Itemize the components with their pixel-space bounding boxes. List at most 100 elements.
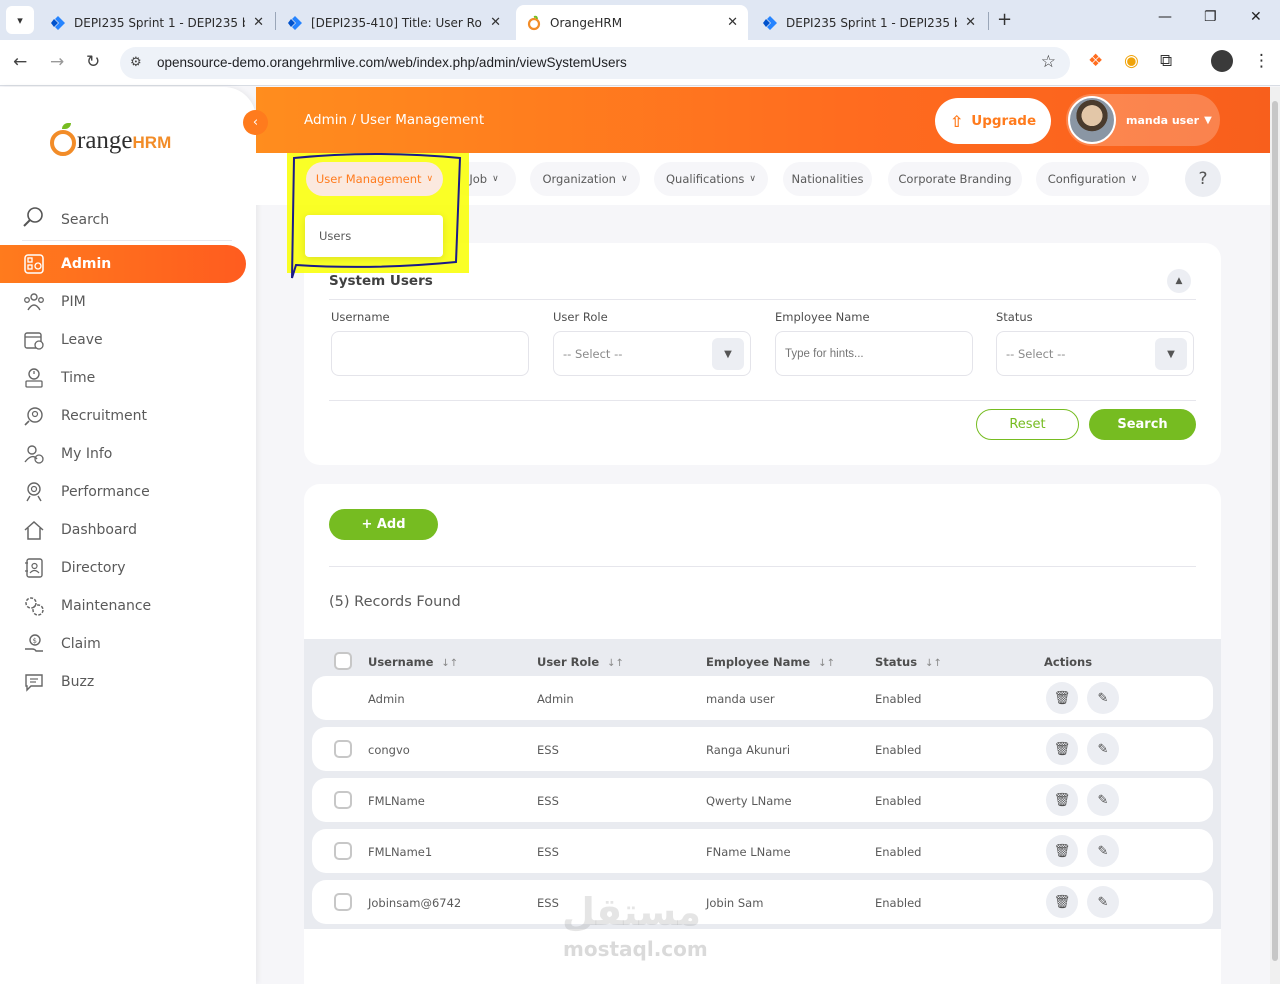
delete-button[interactable]: 🗑: [1046, 784, 1078, 816]
browser-tab-3[interactable]: OrangeHRM ✕: [516, 5, 748, 40]
minimize-icon[interactable]: —: [1158, 9, 1172, 25]
pim-icon: [22, 290, 46, 314]
delete-button[interactable]: 🗑: [1046, 682, 1078, 714]
browser-tab-2[interactable]: [DEPI235-410] Title: User Roles ✕: [277, 5, 511, 40]
close-icon[interactable]: ✕: [253, 15, 264, 30]
table-row[interactable]: FMLName ESS Qwerty LName Enabled 🗑 ✎: [312, 778, 1213, 822]
caret-up-icon: ▲: [1175, 276, 1183, 286]
forward-icon[interactable]: →: [50, 52, 64, 72]
select-all-checkbox[interactable]: [334, 652, 352, 670]
profile-avatar-icon[interactable]: [1211, 50, 1233, 72]
table-row[interactable]: FMLName1 ESS FName LName Enabled 🗑 ✎: [312, 829, 1213, 873]
tab-corporate-branding[interactable]: Corporate Branding: [888, 162, 1022, 196]
column-header-username[interactable]: Username ↓↑: [368, 655, 458, 669]
tab-search-button[interactable]: ▾: [6, 6, 34, 34]
collapse-filter-button[interactable]: ▲: [1167, 269, 1191, 293]
pencil-icon: ✎: [1097, 894, 1109, 910]
edit-button[interactable]: ✎: [1087, 886, 1119, 918]
sort-icon[interactable]: ↓↑: [818, 658, 835, 669]
extension-icon[interactable]: ◉: [1124, 51, 1139, 71]
performance-icon: [22, 480, 46, 504]
caret-down-icon: ▼: [1155, 338, 1187, 370]
scrollbar-thumb[interactable]: [1272, 101, 1278, 961]
row-checkbox[interactable]: [334, 740, 352, 758]
sidebar-item-my-info[interactable]: My Info: [0, 435, 256, 473]
delete-button[interactable]: 🗑: [1046, 835, 1078, 867]
column-header-status[interactable]: Status ↓↑: [875, 655, 942, 669]
time-icon: [22, 366, 46, 390]
sidebar-item-pim[interactable]: PIM: [0, 283, 256, 321]
username-input[interactable]: [331, 331, 529, 376]
sidebar-item-dashboard[interactable]: Dashboard: [0, 511, 256, 549]
sidebar-item-buzz[interactable]: Buzz: [0, 663, 256, 701]
browser-tab-4[interactable]: DEPI235 Sprint 1 - DEPI235 boa ✕: [752, 5, 986, 40]
site-settings-icon[interactable]: ⚙: [130, 55, 142, 70]
tab-nationalities[interactable]: Nationalities: [783, 162, 872, 196]
reset-button[interactable]: Reset: [976, 409, 1079, 440]
new-tab-icon[interactable]: +: [997, 9, 1012, 30]
address-bar[interactable]: ⚙ opensource-demo.orangehrmlive.com/web/…: [120, 47, 1070, 79]
row-checkbox[interactable]: [334, 893, 352, 911]
page-scrollbar[interactable]: [1270, 87, 1280, 984]
cell-employee-name: FName LName: [706, 845, 791, 859]
help-button[interactable]: ?: [1185, 161, 1221, 197]
tab-user-management-highlighted[interactable]: User Management ∨: [306, 162, 443, 196]
row-checkbox[interactable]: [334, 842, 352, 860]
sidebar-item-performance[interactable]: Performance: [0, 473, 256, 511]
sort-icon[interactable]: ↓↑: [925, 658, 942, 669]
close-icon[interactable]: ✕: [490, 15, 501, 30]
window-close-icon[interactable]: ✕: [1250, 9, 1262, 25]
column-header-employee-name[interactable]: Employee Name ↓↑: [706, 655, 835, 669]
sidebar-search[interactable]: Search: [22, 199, 232, 241]
sidebar-item-leave[interactable]: Leave: [0, 321, 256, 359]
status-select[interactable]: -- Select -- ▼: [996, 331, 1194, 376]
sidebar-item-directory[interactable]: Directory: [0, 549, 256, 587]
sidebar-item-maintenance[interactable]: Maintenance: [0, 587, 256, 625]
row-checkbox[interactable]: [334, 791, 352, 809]
employee-name-input[interactable]: [775, 331, 973, 376]
user-role-select[interactable]: -- Select -- ▼: [553, 331, 751, 376]
edit-button[interactable]: ✎: [1087, 835, 1119, 867]
close-icon[interactable]: ✕: [727, 15, 738, 30]
sidebar-item-admin[interactable]: Admin: [0, 245, 246, 283]
edit-button[interactable]: ✎: [1087, 733, 1119, 765]
delete-button[interactable]: 🗑: [1046, 733, 1078, 765]
user-dropdown[interactable]: manda user ▼: [1066, 94, 1220, 146]
table-row[interactable]: congvo ESS Ranga Akunuri Enabled 🗑 ✎: [312, 727, 1213, 771]
table-row[interactable]: Jobinsam@6742 ESS Jobin Sam Enabled 🗑 ✎: [312, 880, 1213, 924]
sort-icon[interactable]: ↓↑: [607, 658, 624, 669]
browser-tab-1[interactable]: DEPI235 Sprint 1 - DEPI235 boa ✕: [40, 5, 274, 40]
sidebar-item-claim[interactable]: $ Claim: [0, 625, 256, 663]
pencil-icon: ✎: [1097, 741, 1109, 757]
tab-title: DEPI235 Sprint 1 - DEPI235 boa: [74, 15, 245, 30]
extension-icon[interactable]: ❖: [1088, 51, 1103, 71]
browser-toolbar: ← → ↻ ⚙ opensource-demo.orangehrmlive.co…: [0, 40, 1280, 86]
extensions-puzzle-icon[interactable]: ⧉: [1160, 51, 1172, 71]
sort-icon[interactable]: ↓↑: [441, 658, 458, 669]
upgrade-button[interactable]: ⇧ Upgrade: [935, 98, 1051, 144]
delete-button[interactable]: 🗑: [1046, 886, 1078, 918]
edit-button[interactable]: ✎: [1087, 682, 1119, 714]
browser-menu-icon[interactable]: ⋮: [1253, 51, 1270, 71]
close-icon[interactable]: ✕: [965, 15, 976, 30]
reload-icon[interactable]: ↻: [86, 52, 100, 72]
jira-icon: [763, 15, 777, 30]
tab-configuration[interactable]: Configuration ∨: [1036, 162, 1149, 196]
cell-username: FMLName: [368, 794, 425, 808]
tab-organization[interactable]: Organization ∨: [530, 162, 640, 196]
tab-qualifications[interactable]: Qualifications ∨: [654, 162, 768, 196]
table-row[interactable]: Admin Admin manda user Enabled 🗑 ✎: [312, 676, 1213, 720]
column-header-user-role[interactable]: User Role ↓↑: [537, 655, 624, 669]
sidebar-collapse-button[interactable]: ‹: [243, 110, 268, 135]
dropdown-item-users[interactable]: Users: [305, 215, 443, 257]
add-user-button[interactable]: + Add: [329, 509, 438, 540]
sidebar-item-recruitment[interactable]: Recruitment: [0, 397, 256, 435]
edit-button[interactable]: ✎: [1087, 784, 1119, 816]
bookmark-star-icon[interactable]: ☆: [1041, 52, 1056, 72]
orangehrm-logo[interactable]: rangeHRM: [50, 120, 171, 156]
sidebar-item-time[interactable]: Time: [0, 359, 256, 397]
search-button[interactable]: Search: [1089, 409, 1196, 440]
restore-icon[interactable]: ❐: [1204, 9, 1217, 25]
pencil-icon: ✎: [1097, 690, 1109, 706]
back-icon[interactable]: ←: [13, 52, 27, 72]
